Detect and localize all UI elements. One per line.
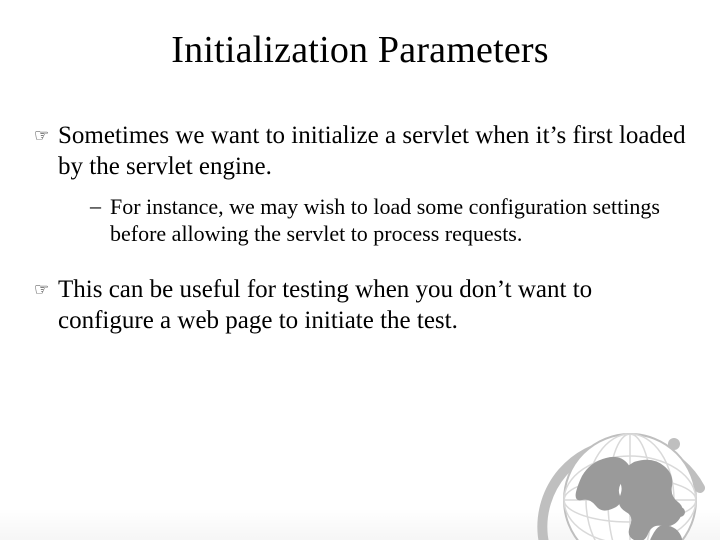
- globe-icon: [522, 408, 712, 540]
- slide: Initialization Parameters ☞ Sometimes we…: [0, 28, 720, 540]
- bullet-item: ☞ Sometimes we want to initialize a serv…: [34, 120, 686, 183]
- bullet-item: ☞ This can be useful for testing when yo…: [34, 274, 686, 337]
- slide-body: ☞ Sometimes we want to initialize a serv…: [0, 120, 720, 336]
- sub-bullet-text: For instance, we may wish to load some c…: [110, 193, 686, 248]
- pointing-hand-icon: ☞: [34, 276, 58, 304]
- pointing-hand-icon: ☞: [34, 122, 58, 150]
- slide-title: Initialization Parameters: [0, 28, 720, 72]
- sub-bullet-item: – For instance, we may wish to load some…: [90, 193, 686, 248]
- bullet-text: This can be useful for testing when you …: [58, 274, 686, 337]
- dash-icon: –: [90, 193, 110, 219]
- bullet-text: Sometimes we want to initialize a servle…: [58, 120, 686, 183]
- bottom-gradient: [0, 508, 720, 540]
